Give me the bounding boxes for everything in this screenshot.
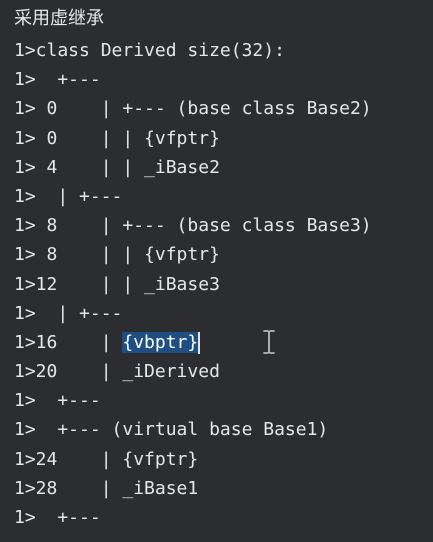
output-line: 1>20 | _iDerived xyxy=(14,361,220,383)
output-text-area[interactable]: 1>class Derived size(32): 1> +--- 1> 0 |… xyxy=(14,36,433,532)
output-line: 1> 4 | | _iBase2 xyxy=(14,156,220,178)
output-line: 1> 8 | +--- (base class Base3) xyxy=(14,215,372,237)
output-line: 1> 0 | +--- (base class Base2) xyxy=(14,98,372,120)
line-prefix: 1>16 | xyxy=(14,331,123,353)
output-line: 1> +--- xyxy=(14,69,101,91)
text-caret xyxy=(198,331,201,354)
output-line: 1>24 | {vfptr} xyxy=(14,448,199,470)
output-line: 1> | +--- xyxy=(14,185,123,207)
output-line: 1>12 | | _iBase3 xyxy=(14,273,220,295)
output-line: 1> +--- (virtual base Base1) xyxy=(14,419,329,441)
output-line: 1> +--- xyxy=(14,507,101,528)
output-line: 1> 0 | | {vfptr} xyxy=(14,127,220,149)
output-line: 1>class Derived size(32): xyxy=(14,40,285,61)
output-line: 1> +--- xyxy=(14,390,101,412)
output-line: 1>28 | _iBase1 xyxy=(14,477,199,499)
output-line-selected: 1>16 | {vbptr} xyxy=(14,328,433,357)
selected-text[interactable]: {vbptr} xyxy=(122,331,199,353)
ibeam-cursor-icon xyxy=(263,330,275,354)
title-text: 采用虚继承 xyxy=(14,8,104,29)
output-window: 采用虚继承 1>class Derived size(32): 1> +--- … xyxy=(0,0,433,542)
output-line: 1> | +--- xyxy=(14,302,123,324)
output-line: 1> 8 | | {vfptr} xyxy=(14,244,220,266)
